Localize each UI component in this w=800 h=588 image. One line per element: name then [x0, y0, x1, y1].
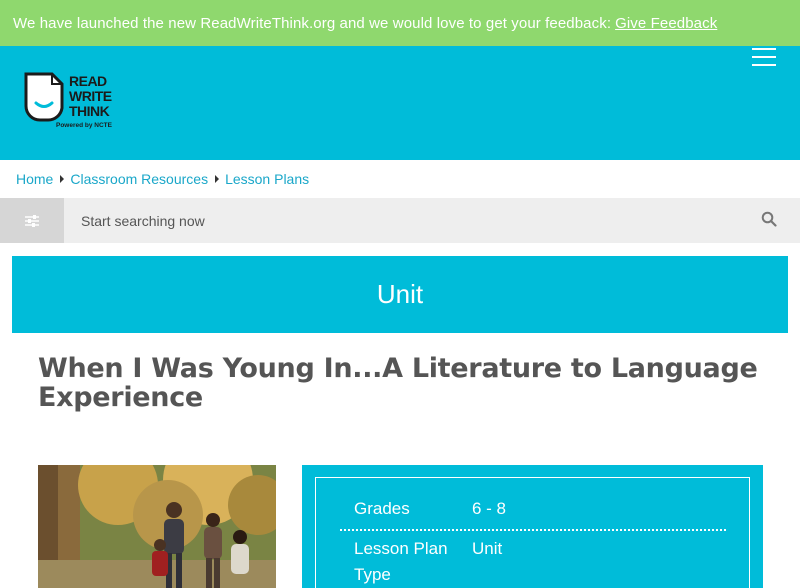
- filter-button[interactable]: [0, 198, 64, 243]
- resource-type-label: Unit: [376, 279, 424, 309]
- feedback-banner: We have launched the new ReadWriteThink.…: [0, 0, 800, 46]
- breadcrumb-separator-icon: [60, 175, 65, 183]
- breadcrumb-lesson-plans[interactable]: Lesson Plans: [225, 171, 309, 187]
- logo-write: WRITE: [69, 88, 112, 104]
- readwritethink-logo[interactable]: READ WRITE THINK Powered by NCTE: [22, 72, 132, 136]
- search-bar: [0, 198, 800, 243]
- lesson-info-panel: Grades 6 - 8 Lesson Plan Type Unit: [302, 465, 763, 588]
- lesson-photo: [38, 465, 276, 588]
- breadcrumb-classroom-resources[interactable]: Classroom Resources: [70, 171, 208, 187]
- breadcrumb-home[interactable]: Home: [16, 171, 53, 187]
- lesson-plan-type-value: Unit: [472, 539, 503, 558]
- lesson-info-box: Grades 6 - 8 Lesson Plan Type Unit: [315, 477, 750, 588]
- info-divider: [340, 529, 726, 531]
- breadcrumb-separator-icon: [215, 175, 220, 183]
- logo-read: READ: [69, 73, 107, 89]
- site-header: READ WRITE THINK Powered by NCTE: [0, 46, 800, 160]
- page-title: When I Was Young In...A Literature to La…: [38, 353, 758, 413]
- family-walking-image: [38, 465, 276, 588]
- logo-think: THINK: [69, 103, 110, 119]
- breadcrumb: Home Classroom Resources Lesson Plans: [16, 170, 309, 188]
- logo-face-icon: [24, 72, 64, 122]
- logo-wordmark: READ WRITE THINK: [69, 74, 112, 119]
- search-icon[interactable]: [761, 211, 777, 227]
- logo-subtitle: Powered by NCTE: [56, 122, 112, 129]
- banner-text: We have launched the new ReadWriteThink.…: [13, 14, 612, 32]
- grades-label: Grades: [354, 499, 410, 518]
- search-input[interactable]: [64, 198, 744, 243]
- resource-type-banner: Unit: [12, 256, 788, 333]
- give-feedback-link[interactable]: Give Feedback: [615, 15, 717, 32]
- grades-value: 6 - 8: [472, 499, 507, 518]
- lesson-plan-type-label: Lesson Plan Type: [354, 539, 448, 584]
- sliders-icon: [25, 214, 39, 227]
- menu-icon[interactable]: [752, 46, 778, 68]
